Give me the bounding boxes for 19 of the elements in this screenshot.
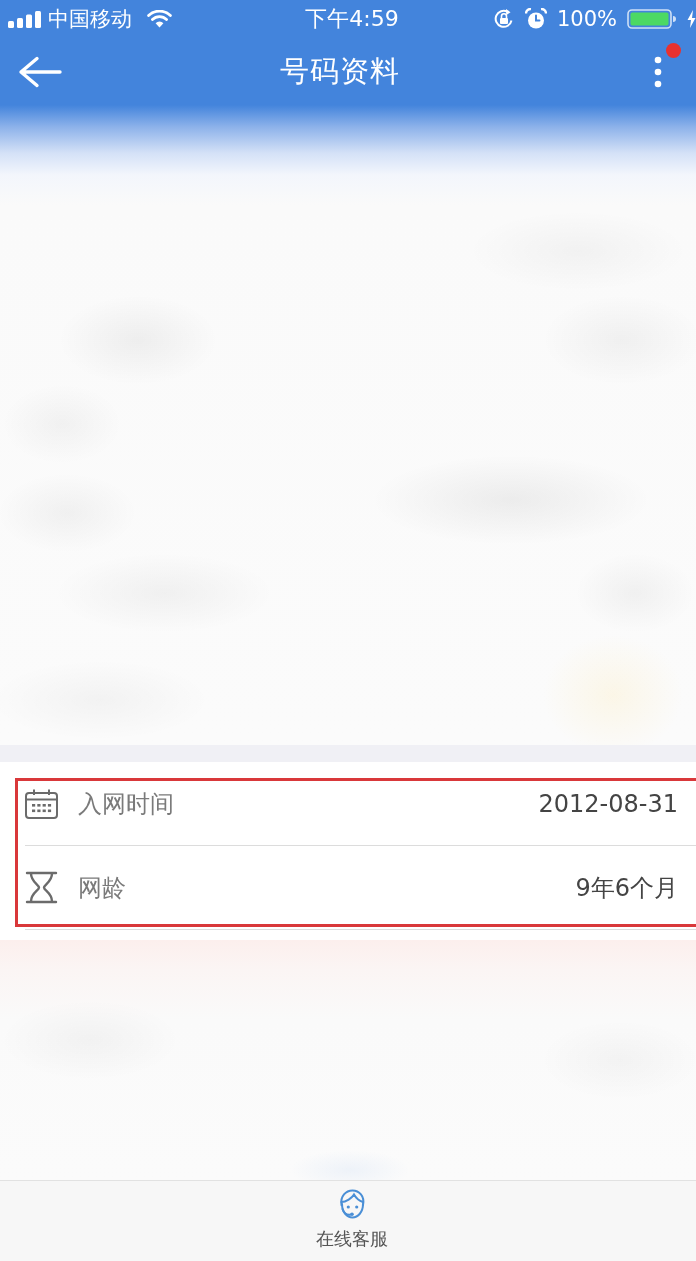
carrier-name: 中国移动 [48,6,132,33]
charging-bolt-icon [687,10,696,28]
more-menu-icon[interactable] [654,55,662,88]
field-label: 网龄 [78,872,127,904]
status-time: 下午4:59 [305,5,399,33]
wifi-icon [147,10,172,28]
back-arrow-icon[interactable] [18,55,62,88]
field-value: 9年6个月 [575,872,678,904]
field-value: 2012-08-31 [538,789,678,818]
field-label: 入网时间 [78,788,175,820]
calendar-icon [25,788,58,819]
alarm-clock-icon [524,8,547,30]
battery-icon [627,9,677,29]
signal-icon [8,10,42,28]
online-service-tab[interactable]: 在线客服 [316,1188,388,1250]
page-title: 号码资料 [280,52,400,90]
rotation-lock-icon [492,8,515,30]
hourglass-icon [25,871,58,904]
battery-percent: 100% [556,7,617,31]
